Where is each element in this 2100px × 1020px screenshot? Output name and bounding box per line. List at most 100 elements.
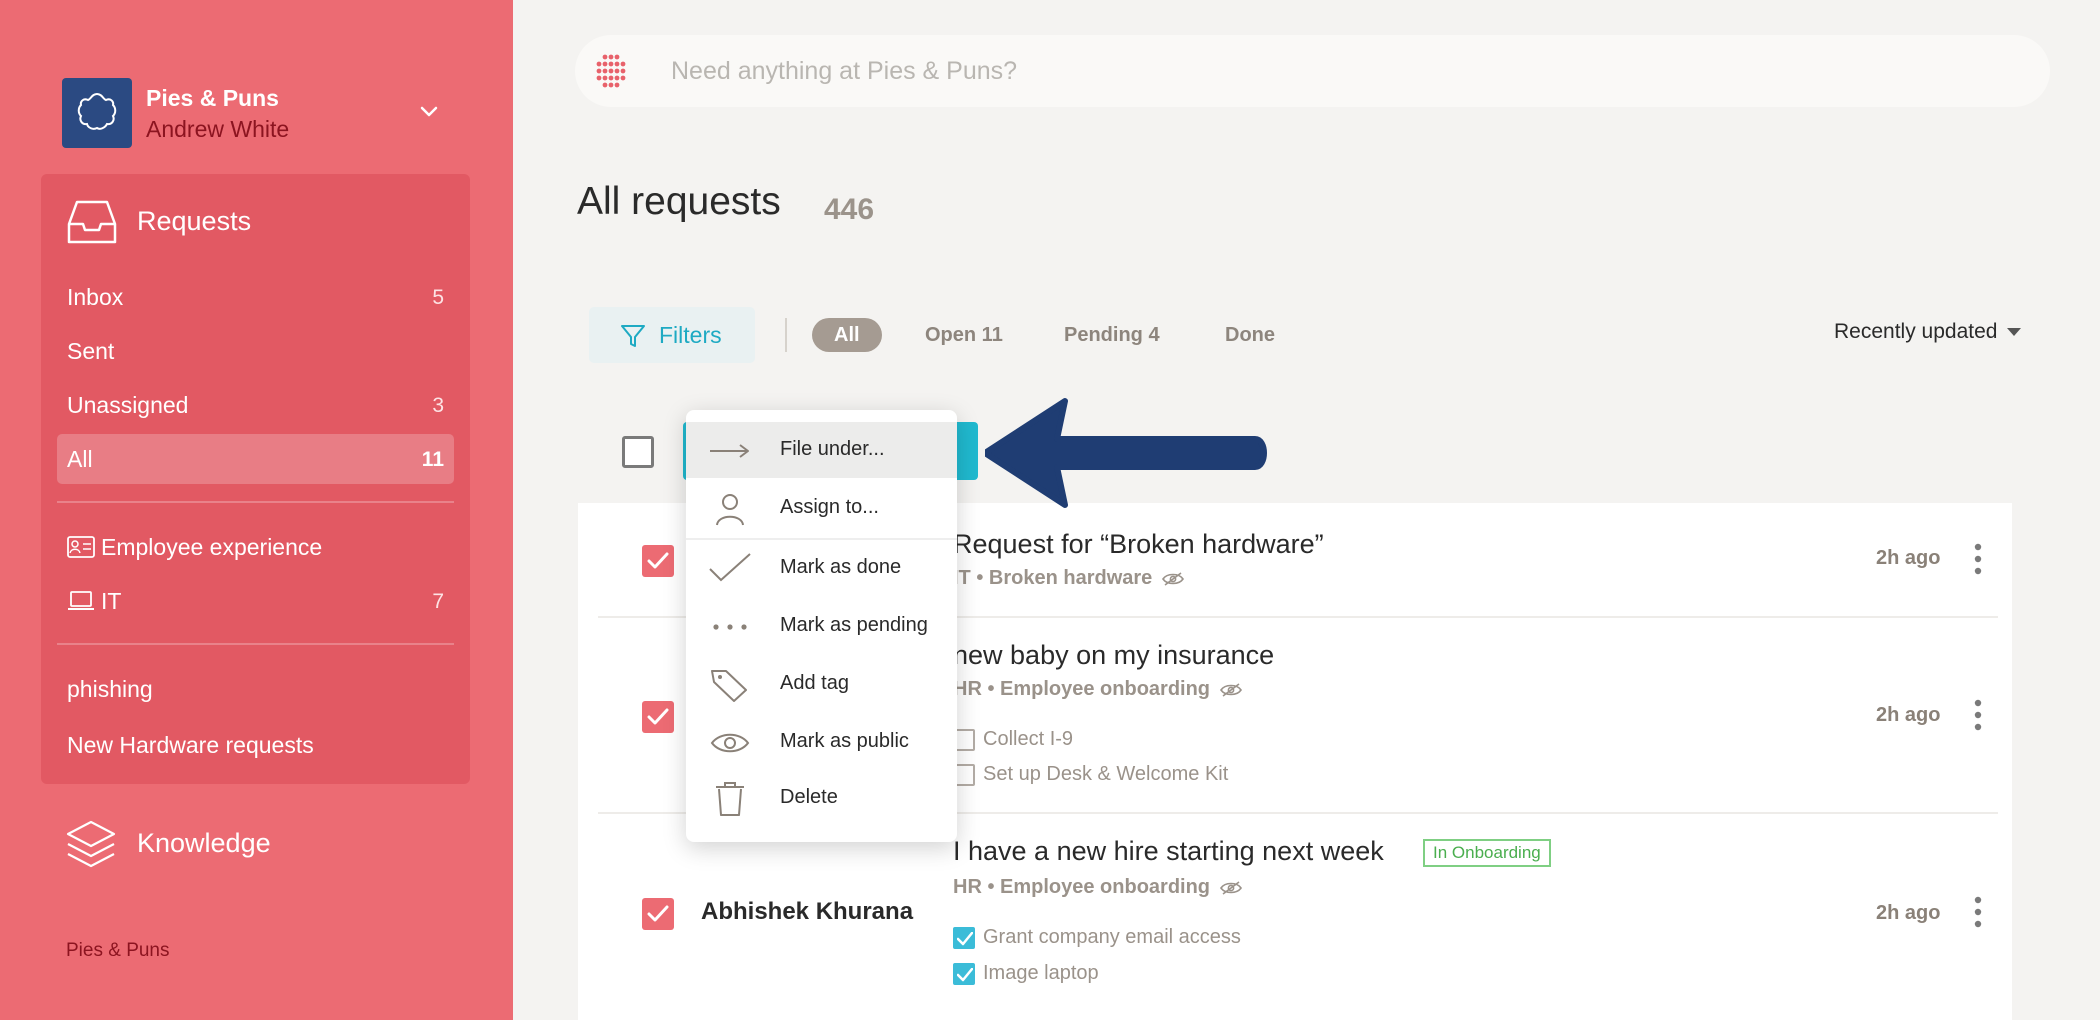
more-vertical-icon[interactable]: [1968, 894, 1988, 930]
task-label: Grant company email access: [983, 926, 1241, 948]
request-meta-text: HR • Employee onboarding: [953, 876, 1211, 898]
bulk-action-menu: File under... Assign to... Mark as done …: [686, 410, 957, 842]
menu-item-label: Assign to...: [780, 496, 879, 518]
menu-item-label: Delete: [780, 786, 838, 808]
page-title: All requests: [577, 180, 781, 223]
status-badge: In Onboarding: [1423, 839, 1551, 867]
menu-item-mark-as-public[interactable]: Mark as public: [686, 714, 957, 770]
tab-done[interactable]: Done: [1225, 318, 1275, 352]
row-checkbox[interactable]: [642, 898, 674, 930]
request-meta: HR • Employee onboarding: [953, 678, 1242, 701]
knowledge-label: Knowledge: [137, 828, 271, 858]
checkmark-icon: [957, 967, 973, 981]
tag-icon: [711, 670, 747, 702]
task-label: Collect I-9: [983, 728, 1074, 750]
sidebar-item-label: New Hardware requests: [67, 732, 314, 758]
person-icon: [716, 494, 744, 526]
checkmark-icon: [647, 905, 669, 922]
menu-item-mark-as-done[interactable]: Mark as done: [686, 540, 957, 596]
checkmark-icon: [957, 931, 973, 945]
workspace-name: Pies & Puns: [146, 85, 279, 111]
caret-down-icon: [2007, 328, 2022, 337]
menu-item-label: Add tag: [780, 672, 849, 694]
search-bar[interactable]: [575, 35, 2050, 107]
checkmark-icon: [647, 552, 669, 569]
checkmark-icon: [709, 553, 751, 582]
sidebar-item-it[interactable]: IT 7: [57, 576, 454, 626]
knowledge-section[interactable]: Knowledge: [62, 818, 362, 872]
request-time: 2h ago: [1876, 902, 1941, 924]
request-time: 2h ago: [1876, 704, 1941, 726]
menu-item-label: Mark as pending: [780, 614, 928, 636]
menu-item-delete[interactable]: Delete: [686, 770, 957, 826]
trash-icon: [716, 782, 744, 816]
menu-item-add-tag[interactable]: Add tag: [686, 656, 957, 712]
search-input[interactable]: [671, 35, 1971, 107]
sidebar: Pies & Puns Andrew White Requests Inbox …: [0, 0, 513, 1020]
menu-item-label: File under...: [780, 438, 885, 460]
requests-section-label: Requests: [137, 206, 252, 236]
request-title[interactable]: Request for “Broken hardware”: [953, 529, 1324, 560]
request-meta-text: HR • Employee onboarding: [953, 678, 1211, 700]
menu-item-file-under[interactable]: File under...: [686, 422, 957, 478]
sidebar-item-label: Unassigned: [67, 392, 189, 418]
task-checkbox[interactable]: [953, 926, 975, 949]
request-title[interactable]: new baby on my insurance: [953, 640, 1274, 671]
task-checkbox[interactable]: [953, 962, 975, 985]
select-all-checkbox[interactable]: [622, 436, 654, 468]
user-name: Andrew White: [146, 116, 290, 142]
more-vertical-icon[interactable]: [1968, 541, 1988, 577]
chevron-down-icon[interactable]: [417, 100, 441, 124]
flower-logo-icon: [77, 92, 117, 130]
request-meta: HR • Employee onboarding: [953, 876, 1242, 899]
request-total-count: 446: [824, 193, 875, 226]
id-card-icon: [67, 536, 95, 558]
row-checkbox[interactable]: [642, 701, 674, 733]
sidebar-item-label: All: [67, 446, 93, 472]
requests-section-header[interactable]: Requests: [65, 198, 365, 246]
menu-item-assign-to[interactable]: Assign to...: [686, 480, 957, 536]
requests-panel: Requests Inbox 5 Sent Unassigned 3 All 1…: [41, 174, 470, 784]
tab-open[interactable]: Open 11: [925, 318, 1003, 352]
sidebar-item-inbox[interactable]: Inbox 5: [57, 272, 454, 322]
filters-label: Filters: [659, 322, 722, 348]
sidebar-item-phishing[interactable]: phishing: [57, 664, 454, 714]
arrow-right-icon: [710, 444, 749, 458]
sidebar-item-employee-experience[interactable]: Employee experience: [57, 522, 454, 572]
task-label: Set up Desk & Welcome Kit: [983, 763, 1229, 785]
request-title[interactable]: I have a new hire starting next week: [953, 836, 1384, 867]
eye-off-icon: [1220, 683, 1242, 697]
sidebar-item-new-hardware-requests[interactable]: New Hardware requests: [57, 720, 454, 770]
more-vertical-icon[interactable]: [1968, 697, 1988, 733]
requester-name: Abhishek Khurana: [701, 898, 914, 925]
toolbar-divider: [785, 318, 787, 352]
task-item[interactable]: Image laptop: [953, 962, 1099, 985]
footer-workspace-name: Pies & Puns: [66, 940, 170, 961]
eye-off-icon: [1220, 881, 1242, 895]
menu-item-label: Mark as public: [780, 730, 909, 752]
sidebar-item-label: Sent: [67, 338, 115, 364]
ellipsis-icon: [713, 624, 747, 630]
sidebar-item-sent[interactable]: Sent: [57, 326, 454, 376]
filters-button[interactable]: Filters: [589, 307, 755, 363]
sidebar-divider: [57, 643, 454, 645]
sort-label: Recently updated: [1834, 320, 1998, 343]
sidebar-item-label: Employee experience: [101, 534, 323, 560]
row-checkbox[interactable]: [642, 545, 674, 577]
sidebar-item-unassigned[interactable]: Unassigned 3: [57, 380, 454, 430]
workspace-switcher[interactable]: Pies & Puns Andrew White: [62, 78, 462, 148]
menu-item-mark-as-pending[interactable]: Mark as pending: [686, 598, 957, 654]
sort-dropdown[interactable]: Recently updated: [1834, 320, 2022, 344]
laptop-icon: [68, 591, 94, 610]
sidebar-item-all[interactable]: All 11: [57, 434, 454, 484]
tab-all[interactable]: All: [812, 318, 882, 352]
task-item[interactable]: Set up Desk & Welcome Kit: [953, 763, 1228, 786]
table-row[interactable]: Abhishek Khurana I have a new hire start…: [598, 814, 1998, 1010]
sidebar-item-count: 11: [421, 448, 444, 471]
layers-icon: [66, 820, 116, 868]
sidebar-item-label: phishing: [67, 676, 153, 702]
tab-pending[interactable]: Pending 4: [1064, 318, 1160, 352]
eye-off-icon: [1162, 572, 1185, 586]
task-item[interactable]: Grant company email access: [953, 926, 1241, 949]
task-item[interactable]: Collect I-9: [953, 728, 1073, 751]
